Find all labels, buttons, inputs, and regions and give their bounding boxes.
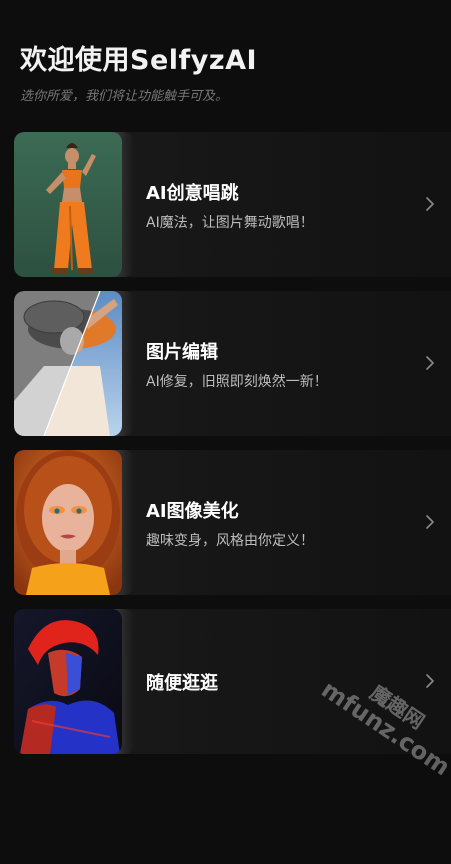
- page-subtitle: 选你所爱，我们将让功能触手可及。: [20, 89, 229, 104]
- feature-card-beautify[interactable]: AI图像美化 趣味变身，风格由你定义！: [14, 450, 451, 595]
- neon-portrait-thumbnail: [14, 609, 122, 754]
- card-description: 趣味变身，风格由你定义！: [146, 533, 314, 549]
- chevron-right-icon: [426, 515, 434, 529]
- chevron-right-icon: [426, 197, 434, 211]
- feature-card-list: AI创意唱跳 AI魔法，让图片舞动歌唱！ 图片编辑 AI修复，旧照即刻焕然一新！…: [14, 132, 451, 768]
- chevron-right-icon: [426, 674, 434, 688]
- card-description: AI魔法，让图片舞动歌唱！: [146, 215, 314, 231]
- feature-card-photo-edit[interactable]: 图片编辑 AI修复，旧照即刻焕然一新！: [14, 291, 451, 436]
- card-title: 图片编辑: [146, 342, 218, 363]
- card-title: AI图像美化: [146, 501, 239, 522]
- card-description: AI修复，旧照即刻焕然一新！: [146, 374, 328, 390]
- card-title: 随便逛逛: [146, 673, 218, 694]
- dancer-thumbnail: [14, 132, 122, 277]
- card-title: AI创意唱跳: [146, 183, 239, 204]
- portrait-thumbnail: [14, 450, 122, 595]
- feature-card-dance[interactable]: AI创意唱跳 AI魔法，让图片舞动歌唱！: [14, 132, 451, 277]
- restored-photo-thumbnail: [14, 291, 122, 436]
- feature-card-browse[interactable]: 随便逛逛: [14, 609, 451, 754]
- page-title: 欢迎使用SelfyzAI: [20, 45, 258, 76]
- chevron-right-icon: [426, 356, 434, 370]
